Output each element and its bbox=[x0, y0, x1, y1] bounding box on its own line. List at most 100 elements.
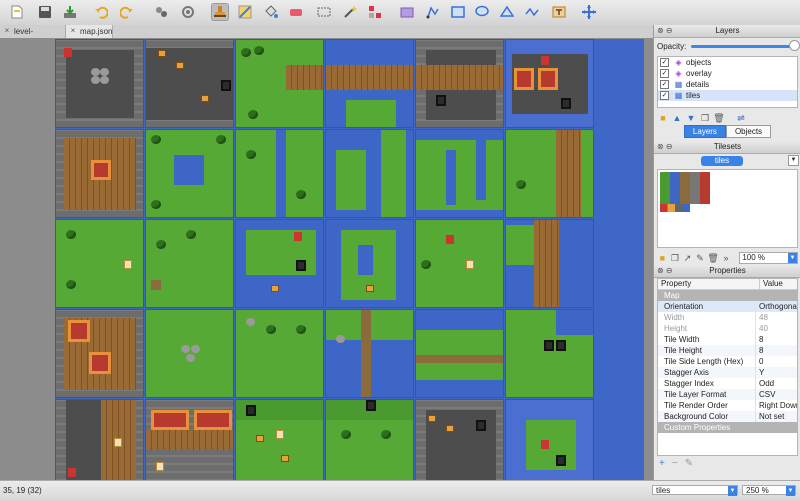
new-layer-icon[interactable]: ■ bbox=[657, 112, 669, 124]
new-tileset-icon[interactable]: ■ bbox=[657, 252, 668, 264]
add-property-icon[interactable]: + bbox=[659, 458, 665, 469]
embed-tileset-icon[interactable]: ❐ bbox=[670, 252, 681, 264]
delete-layer-icon[interactable]: 🗑 bbox=[713, 112, 725, 124]
main-toolbar bbox=[0, 0, 800, 26]
more-icon[interactable]: » bbox=[721, 252, 732, 264]
export-icon[interactable] bbox=[61, 3, 79, 21]
red-carpet bbox=[514, 68, 534, 90]
new-icon[interactable] bbox=[8, 3, 26, 21]
tab-level-test[interactable]: × level-test.tmx bbox=[0, 25, 66, 49]
insert-tile-icon[interactable] bbox=[398, 3, 416, 21]
layer-row-objects[interactable]: ✓ ◈ objects bbox=[658, 57, 797, 68]
tileset-image-row[interactable] bbox=[660, 204, 690, 212]
tab-layers[interactable]: Layers bbox=[683, 125, 726, 138]
property-value[interactable]: Not set bbox=[756, 411, 797, 422]
property-row[interactable]: Background Color Not set bbox=[658, 411, 797, 422]
property-row[interactable]: Tile Height 8 bbox=[658, 345, 797, 356]
remove-property-icon[interactable]: − bbox=[672, 458, 678, 469]
save-icon[interactable] bbox=[36, 3, 54, 21]
panel-window-buttons[interactable]: ⊗ ⊖ bbox=[657, 143, 673, 151]
tab-map-json[interactable]: × map.json bbox=[66, 25, 113, 38]
rect-select-icon[interactable] bbox=[315, 3, 333, 21]
layer-select[interactable]: tiles ▼ bbox=[652, 485, 738, 496]
tileset-image[interactable] bbox=[660, 172, 710, 204]
property-value[interactable]: Y bbox=[756, 367, 797, 378]
property-row[interactable]: Tile Side Length (Hex) 0 bbox=[658, 356, 797, 367]
chevron-down-icon: ▼ bbox=[787, 252, 797, 263]
edit-polygon-icon[interactable] bbox=[424, 3, 442, 21]
property-row[interactable]: Stagger Index Odd bbox=[658, 378, 797, 389]
eraser-icon[interactable] bbox=[287, 3, 305, 21]
raise-layer-icon[interactable]: ▲ bbox=[671, 112, 683, 124]
property-value[interactable]: Orthogonal bbox=[756, 301, 797, 312]
random-mode-icon[interactable] bbox=[152, 3, 170, 21]
property-value[interactable]: 8 bbox=[756, 345, 797, 356]
tileset-zoom-select[interactable]: 100 % ▼ bbox=[739, 251, 798, 264]
property-row[interactable]: Tile Render Order Right Down bbox=[658, 400, 797, 411]
map-tree bbox=[66, 230, 76, 239]
map-canvas[interactable] bbox=[0, 38, 653, 480]
layer-row-details[interactable]: ✓ ▦ details bbox=[658, 79, 797, 90]
property-group[interactable]: Map bbox=[658, 290, 797, 301]
property-value[interactable]: Right Down bbox=[756, 400, 797, 411]
panel-window-buttons[interactable]: ⊗ ⊖ bbox=[657, 267, 673, 275]
edit-tileset-icon[interactable]: ✎ bbox=[695, 252, 706, 264]
property-row[interactable]: Width 48 bbox=[658, 312, 797, 323]
insert-text-icon[interactable] bbox=[550, 3, 568, 21]
tab-objects[interactable]: Objects bbox=[725, 125, 772, 138]
visibility-checkbox[interactable]: ✓ bbox=[660, 91, 669, 100]
stamp-brush-icon[interactable] bbox=[211, 3, 229, 21]
property-value[interactable]: 0 bbox=[756, 356, 797, 367]
grass-area bbox=[381, 130, 406, 217]
property-row[interactable]: Height 40 bbox=[658, 323, 797, 334]
select-objects-icon[interactable] bbox=[580, 3, 598, 21]
property-value: 40 bbox=[759, 324, 768, 333]
property-row[interactable]: Orientation Orthogonal bbox=[658, 301, 797, 312]
insert-rect-icon[interactable] bbox=[449, 3, 467, 21]
lower-layer-icon[interactable]: ▼ bbox=[685, 112, 697, 124]
magic-wand-icon[interactable] bbox=[341, 3, 359, 21]
tileset-view[interactable] bbox=[657, 169, 798, 248]
visibility-checkbox[interactable]: ✓ bbox=[660, 58, 669, 67]
close-icon[interactable]: × bbox=[3, 27, 11, 35]
tileset-tab-tiles[interactable]: tiles bbox=[700, 156, 744, 166]
property-value[interactable]: Odd bbox=[756, 378, 797, 389]
slider-thumb[interactable] bbox=[790, 40, 799, 50]
insert-ellipse-icon[interactable] bbox=[473, 3, 491, 21]
tileset-toolbar: ■ ❐ ↗ ✎ 🗑 » 100 % ▼ bbox=[654, 250, 800, 265]
dirt-patch bbox=[151, 280, 161, 290]
insert-polygon-icon[interactable] bbox=[498, 3, 516, 21]
opacity-slider[interactable] bbox=[691, 40, 799, 50]
layer-row-tiles[interactable]: ✓ ▦ tiles bbox=[658, 90, 797, 101]
tile-map[interactable] bbox=[55, 39, 644, 480]
chevron-down-icon[interactable]: ▼ bbox=[788, 155, 799, 166]
layer-value: tiles bbox=[656, 486, 671, 495]
layer-row-overlay[interactable]: ✓ ◈ overlay bbox=[658, 68, 797, 79]
property-row[interactable]: Stagger Axis Y bbox=[658, 367, 797, 378]
map-crate bbox=[158, 50, 166, 57]
select-same-tile-icon[interactable] bbox=[366, 3, 384, 21]
redo-icon[interactable] bbox=[118, 3, 136, 21]
undo-icon[interactable] bbox=[92, 3, 110, 21]
insert-polyline-icon[interactable] bbox=[523, 3, 541, 21]
bucket-fill-icon[interactable] bbox=[262, 3, 280, 21]
property-row[interactable]: Tile Layer Format CSV bbox=[658, 389, 797, 400]
terrain-brush-icon[interactable] bbox=[236, 3, 254, 21]
wang-fill-icon[interactable] bbox=[179, 3, 197, 21]
delete-tileset-icon[interactable]: 🗑 bbox=[707, 252, 718, 264]
panel-window-buttons[interactable]: ⊗ ⊖ bbox=[657, 27, 673, 35]
property-value[interactable]: CSV bbox=[756, 389, 797, 400]
property-row[interactable]: Tile Width 8 bbox=[658, 334, 797, 345]
zoom-select[interactable]: 250 % ▼ bbox=[742, 485, 796, 496]
property-name: Tile Render Order bbox=[658, 400, 756, 411]
visibility-checkbox[interactable]: ✓ bbox=[660, 80, 669, 89]
property-group[interactable]: Custom Properties bbox=[658, 422, 797, 433]
rename-property-icon[interactable]: ✎ bbox=[685, 458, 693, 469]
map-rock bbox=[186, 354, 195, 362]
close-icon[interactable]: × bbox=[69, 27, 77, 35]
property-value[interactable]: 8 bbox=[756, 334, 797, 345]
export-tileset-icon[interactable]: ↗ bbox=[682, 252, 693, 264]
duplicate-layer-icon[interactable]: ❐ bbox=[699, 112, 711, 124]
layer-properties-icon[interactable]: ⇌ bbox=[735, 112, 747, 124]
visibility-checkbox[interactable]: ✓ bbox=[660, 69, 669, 78]
